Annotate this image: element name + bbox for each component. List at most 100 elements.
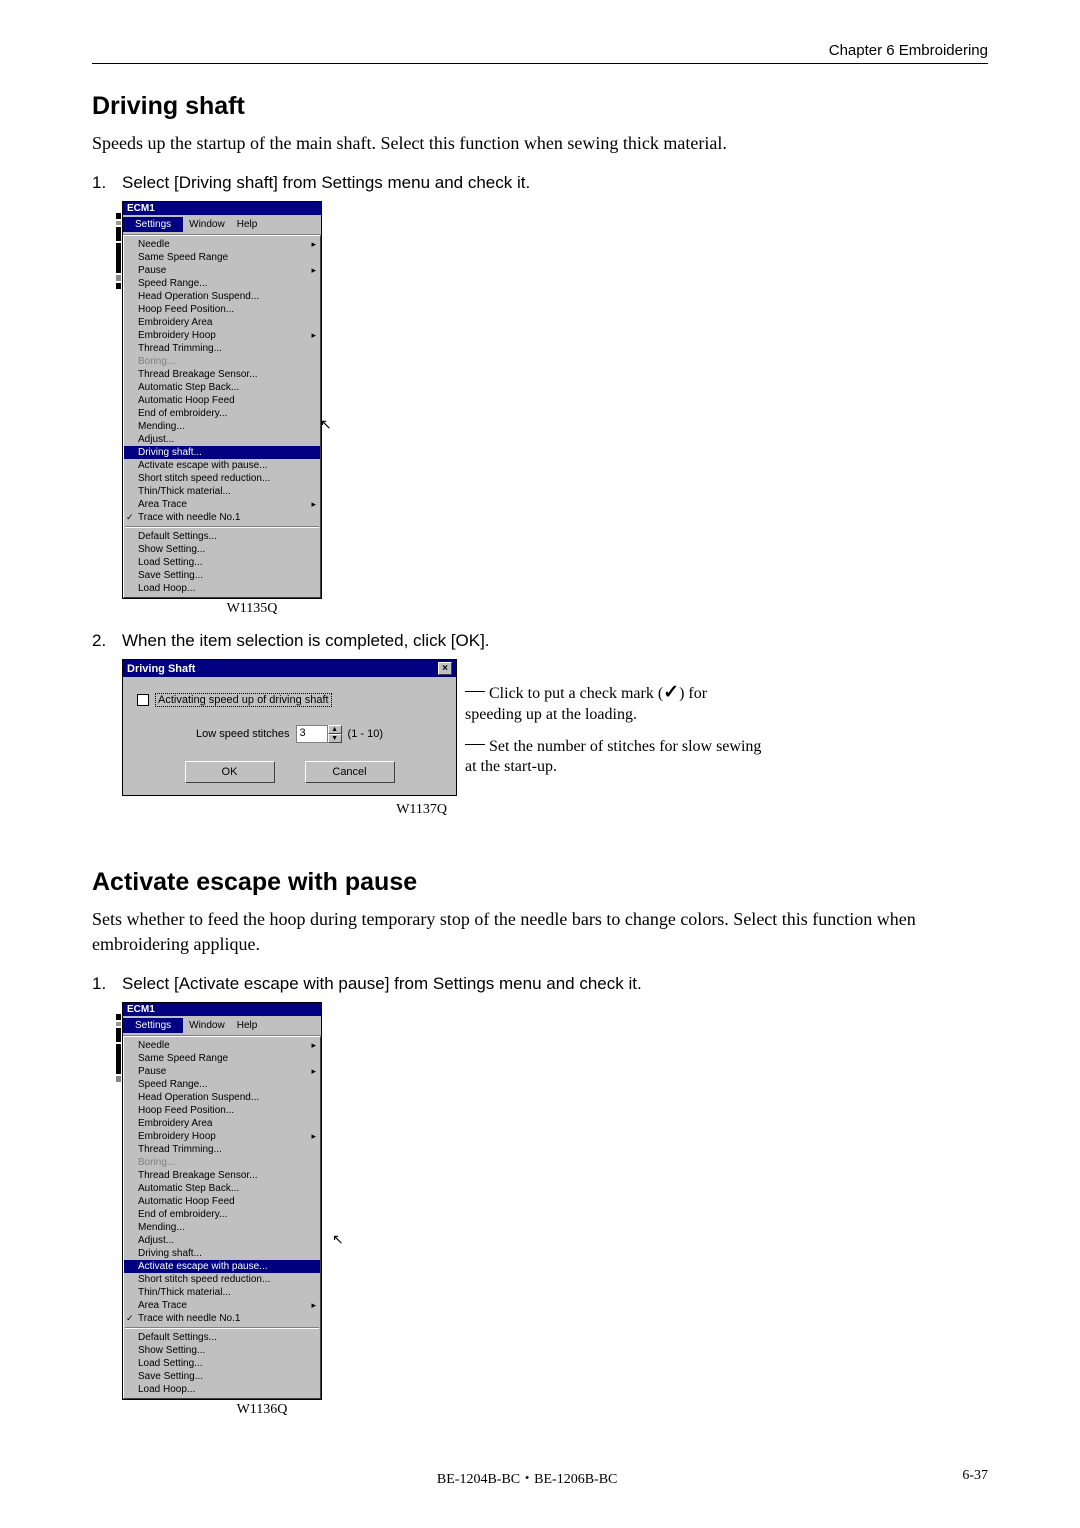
menu-settings[interactable]: Settings <box>123 1018 183 1033</box>
low-speed-input[interactable]: 3 <box>296 725 328 743</box>
cursor-icon: ↖ <box>320 417 332 434</box>
mi-thread-trim[interactable]: Thread Trimming... <box>124 342 320 355</box>
mi-load-set[interactable]: Load Setting... <box>124 1357 320 1370</box>
mi-show-set[interactable]: Show Setting... <box>124 1344 320 1357</box>
mi-auto-hoop[interactable]: Automatic Hoop Feed <box>124 394 320 407</box>
mi-save-set[interactable]: Save Setting... <box>124 1370 320 1383</box>
mi-adjust[interactable]: Adjust... <box>124 433 320 446</box>
mi-area-trace[interactable]: Area Trace <box>124 498 320 511</box>
mi-speed-range[interactable]: Speed Range... <box>124 1078 320 1091</box>
mi-show-set[interactable]: Show Setting... <box>124 543 320 556</box>
header-bar: Chapter 6 Embroidering <box>92 42 988 64</box>
menu-settings[interactable]: Settings <box>123 217 183 232</box>
menu-help[interactable]: Help <box>231 1019 264 1032</box>
mi-short-stitch[interactable]: Short stitch speed reduction... <box>124 1273 320 1286</box>
mi-hoop-feed[interactable]: Hoop Feed Position... <box>124 1104 320 1117</box>
ok-button[interactable]: OK <box>185 761 275 783</box>
mi-head-op[interactable]: Head Operation Suspend... <box>124 1091 320 1104</box>
spin-control[interactable]: ▲▼ <box>328 725 342 743</box>
annotation-1: Click to put a check mark (✓) for speedi… <box>465 681 765 725</box>
mi-emb-area[interactable]: Embroidery Area <box>124 316 320 329</box>
mi-driving-shaft[interactable]: Driving shaft... <box>124 1247 320 1260</box>
mi-load-hoop[interactable]: Load Hoop... <box>124 582 320 595</box>
left-decor <box>116 213 121 413</box>
mi-thread-break[interactable]: Thread Breakage Sensor... <box>124 1169 320 1182</box>
low-speed-label: Low speed stitches <box>196 728 290 740</box>
mi-auto-hoop[interactable]: Automatic Hoop Feed <box>124 1195 320 1208</box>
mi-head-op[interactable]: Head Operation Suspend... <box>124 290 320 303</box>
mi-needle[interactable]: Needle <box>124 238 320 251</box>
step-number: 2. <box>92 631 122 651</box>
mi-thread-trim[interactable]: Thread Trimming... <box>124 1143 320 1156</box>
mi-auto-step[interactable]: Automatic Step Back... <box>124 381 320 394</box>
menu-dropdown: Needle Same Speed Range Pause Speed Rang… <box>123 235 321 598</box>
mi-auto-step[interactable]: Automatic Step Back... <box>124 1182 320 1195</box>
mi-end-emb[interactable]: End of embroidery... <box>124 407 320 420</box>
menu-window[interactable]: Window <box>183 1019 231 1032</box>
mi-speed-range[interactable]: Speed Range... <box>124 277 320 290</box>
menu-screenshot: ECM1 SettingsWindowHelp Needle Same Spee… <box>122 201 322 599</box>
fig2-caption: W1137Q <box>122 802 457 818</box>
checkbox-row: Activating speed up of driving shaft <box>137 693 442 707</box>
annotation-2: Set the number of stitches for slow sewi… <box>465 737 765 777</box>
dialog-title-bar: Driving Shaft × <box>123 660 456 677</box>
page: Chapter 6 Embroidering Driving shaft Spe… <box>0 0 1080 1528</box>
mi-trace-needle[interactable]: Trace with needle No.1 <box>124 1312 320 1325</box>
dialog-annotations: Click to put a check mark (✓) for speedi… <box>465 659 765 789</box>
mi-short-stitch[interactable]: Short stitch speed reduction... <box>124 472 320 485</box>
mi-load-hoop[interactable]: Load Hoop... <box>124 1383 320 1396</box>
menu-dropdown: Needle Same Speed Range Pause Speed Rang… <box>123 1036 321 1399</box>
mi-activate-escape[interactable]: Activate escape with pause... <box>124 459 320 472</box>
menu-separator <box>125 1327 319 1329</box>
mi-pause[interactable]: Pause <box>124 1065 320 1078</box>
footer-model: BE-1204B-BC・BE-1206B-BC <box>437 1468 617 1488</box>
mi-default-set[interactable]: Default Settings... <box>124 1331 320 1344</box>
fig1-caption: W1135Q <box>152 601 352 617</box>
cancel-button[interactable]: Cancel <box>305 761 395 783</box>
mi-end-emb[interactable]: End of embroidery... <box>124 1208 320 1221</box>
mi-load-set[interactable]: Load Setting... <box>124 556 320 569</box>
left-decor <box>116 1014 121 1214</box>
close-icon[interactable]: × <box>438 662 452 675</box>
mi-emb-hoop[interactable]: Embroidery Hoop <box>124 329 320 342</box>
menu-help[interactable]: Help <box>231 218 264 231</box>
low-speed-row: Low speed stitches 3 ▲▼ (1 - 10) <box>137 725 442 743</box>
check-mark-icon: ✓ <box>663 682 679 703</box>
mi-default-set[interactable]: Default Settings... <box>124 530 320 543</box>
mi-trace-needle[interactable]: Trace with needle No.1 <box>124 511 320 524</box>
mi-pause[interactable]: Pause <box>124 264 320 277</box>
mi-same-speed[interactable]: Same Speed Range <box>124 251 320 264</box>
mi-mending[interactable]: Mending... <box>124 1221 320 1234</box>
mi-same-speed[interactable]: Same Speed Range <box>124 1052 320 1065</box>
mi-hoop-feed[interactable]: Hoop Feed Position... <box>124 303 320 316</box>
step-1: 1. Select [Driving shaft] from Settings … <box>92 173 988 193</box>
step-1b: 1. Select [Activate escape with pause] f… <box>92 974 988 994</box>
mi-mending[interactable]: Mending... <box>124 420 320 433</box>
mi-emb-area[interactable]: Embroidery Area <box>124 1117 320 1130</box>
mi-thin-thick[interactable]: Thin/Thick material... <box>124 485 320 498</box>
activating-checkbox[interactable] <box>137 694 149 706</box>
fig3-caption: W1136Q <box>162 1402 362 1418</box>
chapter-label: Chapter 6 Embroidering <box>92 42 988 59</box>
step-number: 1. <box>92 173 122 193</box>
menu-bar: SettingsWindowHelp <box>123 215 321 235</box>
mi-area-trace[interactable]: Area Trace <box>124 1299 320 1312</box>
mi-thin-thick[interactable]: Thin/Thick material... <box>124 1286 320 1299</box>
mi-emb-hoop[interactable]: Embroidery Hoop <box>124 1130 320 1143</box>
menu-screenshot-2: ECM1 SettingsWindowHelp Needle Same Spee… <box>122 1002 322 1400</box>
figure-2: Driving Shaft × Activating speed up of d… <box>122 659 988 818</box>
intro-driving-shaft: Speeds up the startup of the main shaft.… <box>92 131 988 155</box>
low-speed-range: (1 - 10) <box>348 728 383 740</box>
mi-activate-escape[interactable]: Activate escape with pause... <box>124 1260 320 1273</box>
step-text: Select [Activate escape with pause] from… <box>122 974 642 994</box>
activating-label: Activating speed up of driving shaft <box>155 693 332 707</box>
page-footer: BE-1204B-BC・BE-1206B-BC 6-37 <box>92 1468 988 1488</box>
mi-adjust[interactable]: Adjust... <box>124 1234 320 1247</box>
mi-thread-break[interactable]: Thread Breakage Sensor... <box>124 368 320 381</box>
menu-window[interactable]: Window <box>183 218 231 231</box>
mi-driving-shaft[interactable]: Driving shaft... <box>124 446 320 459</box>
mi-save-set[interactable]: Save Setting... <box>124 569 320 582</box>
intro-activate-escape: Sets whether to feed the hoop during tem… <box>92 907 988 956</box>
mi-needle[interactable]: Needle <box>124 1039 320 1052</box>
step-text: When the item selection is completed, cl… <box>122 631 490 651</box>
